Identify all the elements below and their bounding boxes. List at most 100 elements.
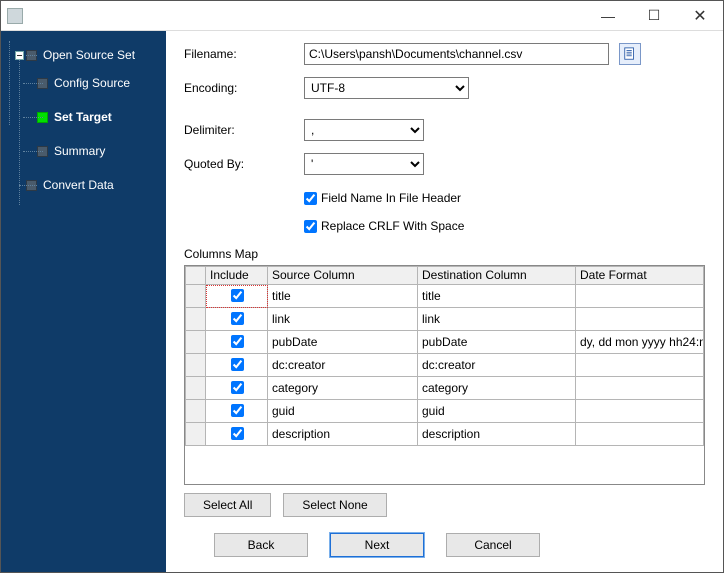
cell-include[interactable] <box>206 331 268 354</box>
filename-input[interactable] <box>304 43 609 65</box>
cell-date-format[interactable] <box>576 377 704 400</box>
row-handle[interactable] <box>186 423 206 446</box>
row-quoted: Quoted By: ' <box>184 153 705 175</box>
steps-sidebar: Open Source Set Config Source Set Target <box>1 31 166 572</box>
row-handle[interactable] <box>186 377 206 400</box>
cell-source-column[interactable]: pubDate <box>268 331 418 354</box>
back-button[interactable]: Back <box>214 533 308 557</box>
cell-source-column[interactable]: category <box>268 377 418 400</box>
cell-source-column[interactable]: dc:creator <box>268 354 418 377</box>
cell-date-format[interactable]: dy, dd mon yyyy hh24:mi:ss <box>576 331 704 354</box>
cell-include[interactable] <box>206 354 268 377</box>
cell-date-format[interactable] <box>576 308 704 331</box>
cell-date-format[interactable] <box>576 400 704 423</box>
include-checkbox[interactable] <box>231 427 244 440</box>
titlebar: — ☐ ✕ <box>1 1 723 31</box>
replace-crlf-checkbox[interactable] <box>304 220 317 233</box>
include-checkbox[interactable] <box>231 381 244 394</box>
row-fieldname-header: Field Name In File Header <box>304 191 705 205</box>
cell-destination-column[interactable]: dc:creator <box>418 354 576 377</box>
include-checkbox[interactable] <box>231 358 244 371</box>
cell-include[interactable] <box>206 423 268 446</box>
cell-date-format[interactable] <box>576 423 704 446</box>
tree-label: Convert Data <box>43 178 114 192</box>
row-handle[interactable] <box>186 354 206 377</box>
tree-node-set-target[interactable]: Set Target <box>37 103 166 131</box>
tree-node-open-source-set[interactable]: Open Source Set <box>15 41 166 69</box>
cell-destination-column[interactable]: guid <box>418 400 576 423</box>
cell-destination-column[interactable]: category <box>418 377 576 400</box>
cell-include[interactable] <box>206 377 268 400</box>
include-checkbox[interactable] <box>231 404 244 417</box>
select-all-button[interactable]: Select All <box>184 493 271 517</box>
next-button[interactable]: Next <box>330 533 424 557</box>
selection-buttons: Select All Select None <box>184 493 705 517</box>
collapse-icon[interactable] <box>15 51 24 60</box>
grid-table: Include Source Column Destination Column… <box>185 266 704 446</box>
tree-label: Open Source Set <box>43 48 135 62</box>
include-checkbox[interactable] <box>231 312 244 325</box>
include-checkbox[interactable] <box>231 335 244 348</box>
tree-label: Config Source <box>54 76 130 90</box>
include-checkbox[interactable] <box>231 289 244 302</box>
nav-buttons: Back Next Cancel <box>184 533 705 557</box>
tree-label: Set Target <box>54 110 112 124</box>
tree-node-config-source[interactable]: Config Source <box>37 69 166 97</box>
table-row[interactable]: linklink <box>186 308 704 331</box>
table-row[interactable]: titletitle <box>186 285 704 308</box>
grid-header-source[interactable]: Source Column <box>268 267 418 285</box>
grid-scroll[interactable]: Include Source Column Destination Column… <box>185 266 704 484</box>
encoding-select[interactable]: UTF-8 <box>304 77 469 99</box>
grid-header-rowhandle <box>186 267 206 285</box>
fieldname-header-checkbox[interactable] <box>304 192 317 205</box>
tree-label: Summary <box>54 144 105 158</box>
maximize-button[interactable]: ☐ <box>631 1 677 30</box>
delimiter-select[interactable]: , <box>304 119 424 141</box>
cancel-button[interactable]: Cancel <box>446 533 540 557</box>
grid-header-dateformat[interactable]: Date Format <box>576 267 704 285</box>
cell-destination-column[interactable]: description <box>418 423 576 446</box>
app-icon <box>7 8 23 24</box>
row-replace-crlf: Replace CRLF With Space <box>304 219 705 233</box>
tree-node-summary[interactable]: Summary <box>37 137 166 165</box>
row-handle[interactable] <box>186 285 206 308</box>
table-row[interactable]: pubDatepubDatedy, dd mon yyyy hh24:mi:ss <box>186 331 704 354</box>
cell-source-column[interactable]: description <box>268 423 418 446</box>
cell-date-format[interactable] <box>576 285 704 308</box>
cell-source-column[interactable]: guid <box>268 400 418 423</box>
columns-map-grid: Include Source Column Destination Column… <box>184 265 705 485</box>
cell-source-column[interactable]: link <box>268 308 418 331</box>
quoted-label: Quoted By: <box>184 157 304 171</box>
browse-file-button[interactable] <box>619 43 641 65</box>
cell-source-column[interactable]: title <box>268 285 418 308</box>
cell-destination-column[interactable]: link <box>418 308 576 331</box>
cell-include[interactable] <box>206 400 268 423</box>
tree-node-convert-data[interactable]: Convert Data <box>15 171 166 199</box>
table-row[interactable]: guidguid <box>186 400 704 423</box>
quoted-select[interactable]: ' <box>304 153 424 175</box>
minimize-button[interactable]: — <box>585 1 631 30</box>
row-handle[interactable] <box>186 331 206 354</box>
cell-date-format[interactable] <box>576 354 704 377</box>
main-panel: Filename: Encoding: UTF-8 <box>166 31 723 572</box>
grid-header-include[interactable]: Include <box>206 267 268 285</box>
row-encoding: Encoding: UTF-8 <box>184 77 705 99</box>
cell-destination-column[interactable]: pubDate <box>418 331 576 354</box>
document-icon <box>623 47 637 61</box>
table-row[interactable]: categorycategory <box>186 377 704 400</box>
select-none-button[interactable]: Select None <box>283 493 386 517</box>
cell-destination-column[interactable]: title <box>418 285 576 308</box>
delimiter-label: Delimiter: <box>184 123 304 137</box>
cell-include[interactable] <box>206 308 268 331</box>
table-row[interactable]: descriptiondescription <box>186 423 704 446</box>
filename-label: Filename: <box>184 47 304 61</box>
grid-header-destination[interactable]: Destination Column <box>418 267 576 285</box>
table-row[interactable]: dc:creatordc:creator <box>186 354 704 377</box>
cell-include[interactable] <box>206 285 268 308</box>
row-handle[interactable] <box>186 308 206 331</box>
columns-map-label: Columns Map <box>184 247 705 261</box>
row-filename: Filename: <box>184 43 705 65</box>
row-handle[interactable] <box>186 400 206 423</box>
close-button[interactable]: ✕ <box>677 1 723 30</box>
replace-crlf-label: Replace CRLF With Space <box>321 219 464 233</box>
